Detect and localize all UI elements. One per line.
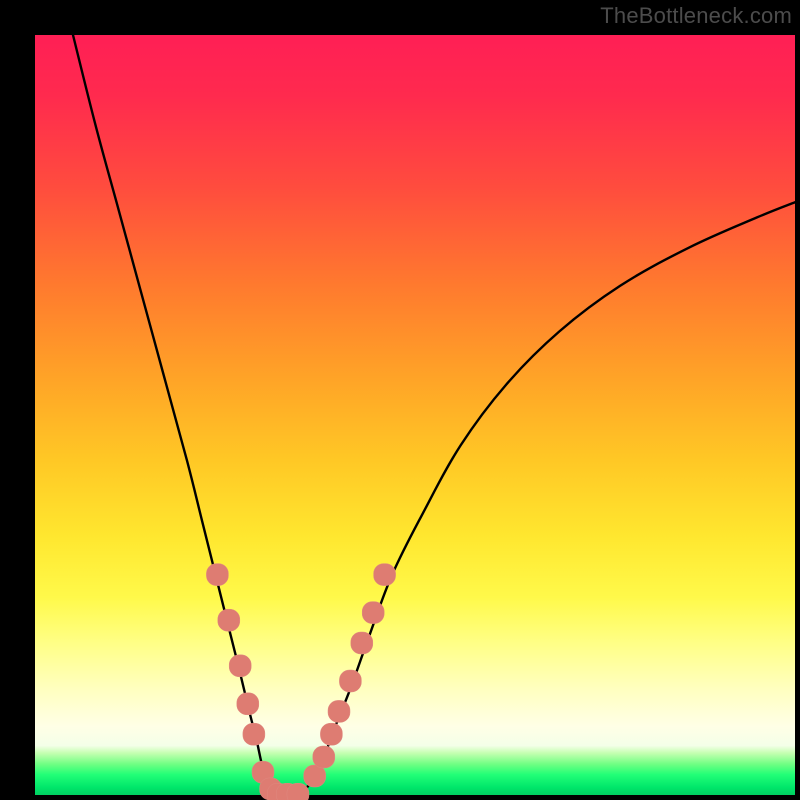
data-marker [218, 609, 240, 631]
curve-left-branch [73, 35, 278, 795]
data-marker [287, 783, 309, 800]
curve-right-branch [301, 202, 795, 795]
chart-overlay [35, 35, 795, 795]
data-marker [229, 655, 251, 677]
data-marker [374, 564, 396, 586]
data-markers [206, 564, 395, 800]
data-marker [320, 723, 342, 745]
data-marker [243, 723, 265, 745]
watermark-text: TheBottleneck.com [600, 3, 792, 29]
data-marker [339, 670, 361, 692]
chart-stage: TheBottleneck.com [0, 0, 800, 800]
data-marker [362, 602, 384, 624]
data-marker [313, 746, 335, 768]
data-marker [328, 700, 350, 722]
data-marker [237, 693, 259, 715]
data-marker [351, 632, 373, 654]
data-marker [206, 564, 228, 586]
data-marker [304, 765, 326, 787]
